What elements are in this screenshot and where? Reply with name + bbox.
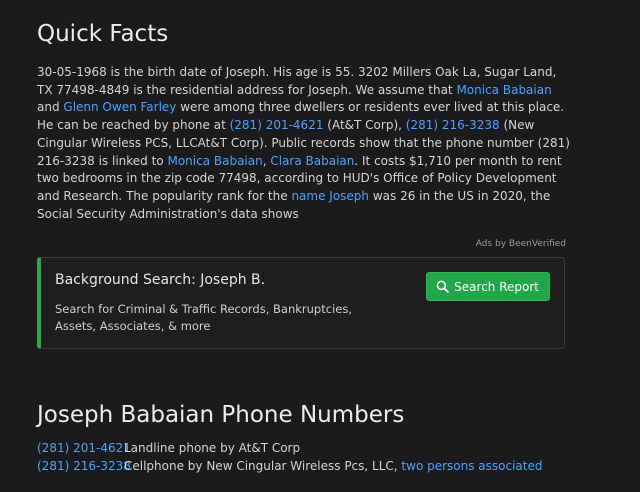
phone-row: (281) 216-3238 Cellphone by New Cingular… — [37, 458, 543, 476]
link-glenn-owen-farley[interactable]: Glenn Owen Farley — [63, 100, 176, 114]
link-clara-babaian[interactable]: Clara Babaian — [270, 154, 354, 168]
quick-facts-title: Quick Facts — [37, 21, 169, 47]
link-phone-1[interactable]: (281) 201-4621 — [230, 118, 324, 132]
phone-numbers-title: Joseph Babaian Phone Numbers — [37, 402, 405, 428]
associated-persons-link[interactable]: two persons associated — [401, 459, 542, 473]
link-monica-babaian[interactable]: Monica Babaian — [456, 83, 551, 97]
quick-facts-paragraph: 30-05-1968 is the birth date of Joseph. … — [37, 64, 572, 223]
phone-number-link[interactable]: (281) 201-4621 — [37, 440, 131, 458]
ads-label: Ads by BeenVerified — [475, 239, 566, 249]
phone-description: Cellphone by New Cingular Wireless Pcs, … — [124, 458, 543, 476]
ad-description: Search for Criminal & Traffic Records, B… — [55, 302, 352, 333]
phone-numbers-list: (281) 201-4621 Landline phone by At&T Co… — [37, 440, 543, 475]
page: Quick Facts 30-05-1968 is the birth date… — [0, 0, 640, 492]
phone-description: Landline phone by At&T Corp — [124, 441, 301, 455]
phone-row: (281) 201-4621 Landline phone by At&T Co… — [37, 440, 543, 458]
ad-title: Background Search: Joseph B. — [55, 272, 266, 288]
phone-description-text: Cellphone by New Cingular Wireless Pcs, … — [124, 458, 402, 473]
qf-text-4: (At&T Corp), — [323, 118, 406, 133]
search-icon — [436, 280, 449, 293]
search-report-button[interactable]: Search Report — [426, 272, 550, 301]
search-report-label: Search Report — [454, 279, 539, 294]
link-monica-babaian-2[interactable]: Monica Babaian — [167, 154, 262, 168]
background-search-ad: Background Search: Joseph B. Search for … — [37, 257, 565, 349]
link-phone-2[interactable]: (281) 216-3238 — [406, 118, 500, 132]
link-name-joseph[interactable]: name Joseph — [291, 189, 369, 203]
phone-number-link[interactable]: (281) 216-3238 — [37, 458, 131, 476]
qf-text-2: and — [37, 100, 64, 115]
